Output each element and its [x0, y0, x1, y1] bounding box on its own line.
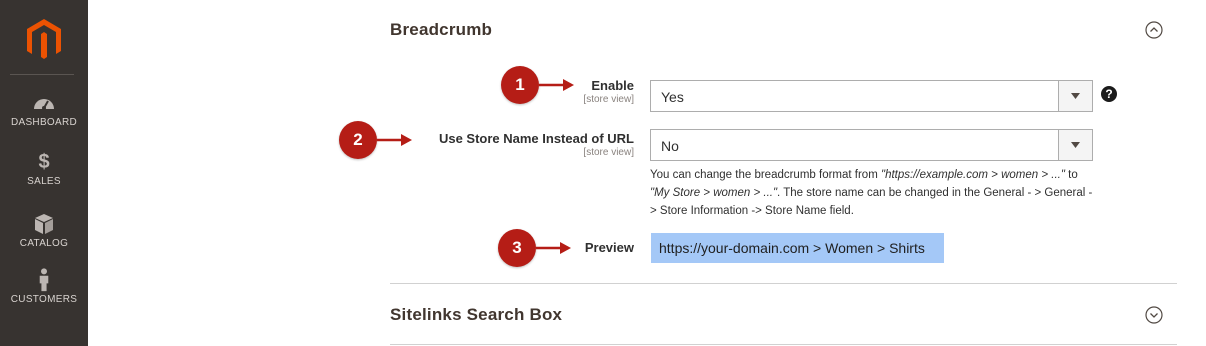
note-text: You can change the breadcrumb format fro… [650, 169, 881, 181]
magento-logo[interactable] [24, 17, 64, 61]
help-icon[interactable]: ? [1101, 86, 1117, 102]
enable-select-dropdown-button[interactable] [1058, 81, 1092, 111]
collapse-chevron-up-icon[interactable] [1145, 21, 1163, 39]
callout-arrow-icon [539, 79, 574, 91]
section-divider [390, 344, 1177, 345]
use-store-name-scope: [store view] [583, 147, 634, 158]
admin-sidebar: DASHBOARD $ SALES CATALOG CUSTOMERS [0, 0, 88, 346]
dropdown-arrow-icon [1071, 142, 1080, 148]
sidebar-item-catalog[interactable]: CATALOG [0, 212, 88, 249]
enable-select-value: Yes [661, 89, 684, 105]
enable-label: Enable [591, 78, 634, 93]
note-text: to [1064, 169, 1078, 181]
breadcrumb-section-title[interactable]: Breadcrumb [390, 20, 492, 40]
use-store-name-label: Use Store Name Instead of URL [438, 131, 634, 146]
sidebar-divider [10, 74, 74, 75]
dollar-icon: $ [38, 151, 50, 173]
preview-label: Preview [584, 240, 634, 255]
person-icon [39, 268, 49, 292]
callout-badge-1: 1 [501, 66, 539, 104]
enable-select[interactable]: Yes [650, 80, 1093, 112]
dashboard-gauge-icon [34, 99, 54, 110]
callout-badge-2: 2 [339, 121, 377, 159]
box-icon [35, 214, 53, 234]
use-store-name-select-value: No [661, 138, 679, 154]
enable-label-block: Enable [store view] [583, 78, 634, 105]
dropdown-arrow-icon [1071, 93, 1080, 99]
callout-arrow-icon [377, 134, 412, 146]
use-store-name-select[interactable]: No [650, 129, 1093, 161]
sidebar-item-dashboard[interactable]: DASHBOARD [0, 91, 88, 128]
sidebar-item-label: CUSTOMERS [10, 294, 78, 305]
breadcrumb-format-note: You can change the breadcrumb format fro… [650, 166, 1095, 220]
enable-scope: [store view] [583, 94, 634, 105]
use-store-name-label-block: Use Store Name Instead of URL [store vie… [439, 131, 634, 158]
sitelinks-section-title[interactable]: Sitelinks Search Box [390, 305, 562, 325]
note-example-store: "My Store > women > ..." [650, 187, 778, 199]
sidebar-item-sales[interactable]: $ SALES [0, 150, 88, 187]
sidebar-item-customers[interactable]: CUSTOMERS [0, 268, 88, 305]
preview-label-block: Preview [585, 240, 634, 255]
use-store-name-select-dropdown-button[interactable] [1058, 130, 1092, 160]
breadcrumb-preview: https://your-domain.com > Women > Shirts [651, 233, 944, 263]
sidebar-item-label: CATALOG [19, 238, 69, 249]
section-divider [390, 283, 1177, 284]
callout-arrow-icon [536, 242, 571, 254]
breadcrumb-preview-value: https://your-domain.com > Women > Shirts [659, 240, 925, 256]
sidebar-item-label: DASHBOARD [10, 117, 78, 128]
sidebar-item-label: SALES [27, 176, 61, 187]
callout-badge-3: 3 [498, 229, 536, 267]
note-example-url: "https://example.com > women > ..." [880, 169, 1065, 181]
expand-chevron-down-icon[interactable] [1145, 306, 1163, 324]
